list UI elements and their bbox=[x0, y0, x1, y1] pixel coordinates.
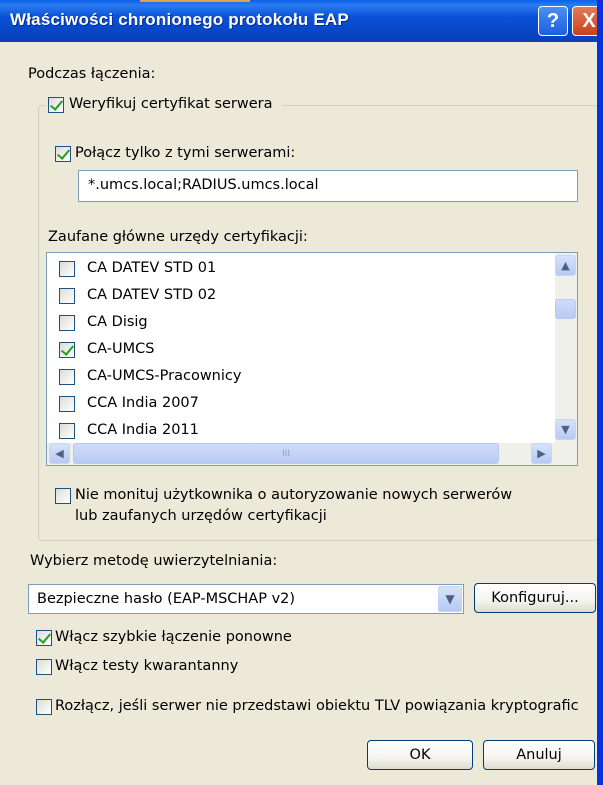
chevron-down-icon: ▼ bbox=[445, 592, 455, 606]
scroll-down-button[interactable]: ▼ bbox=[555, 419, 576, 440]
no-prompt-checkbox[interactable] bbox=[55, 488, 71, 504]
dialog-window: Właściwości chronionego protokołu EAP ? … bbox=[0, 0, 603, 785]
ca-list-item[interactable]: CA-UMCS bbox=[47, 336, 547, 362]
ca-checkbox[interactable] bbox=[59, 423, 75, 439]
window-title: Właściwości chronionego protokołu EAP bbox=[10, 10, 349, 29]
ca-list-item[interactable]: CA Disig bbox=[47, 309, 547, 335]
title-bar[interactable]: Właściwości chronionego protokołu EAP ? … bbox=[0, 0, 603, 42]
ca-list-item[interactable]: CCA India 2011 bbox=[47, 417, 547, 443]
trusted-ca-label: Zaufane główne urzędy certyfikacji: bbox=[48, 229, 308, 245]
ca-label: CA Disig bbox=[87, 314, 148, 330]
auth-method-value: Bezpieczne hasło (EAP-MSCHAP v2) bbox=[37, 591, 296, 607]
chevron-up-icon: ▲ bbox=[561, 259, 570, 272]
cancel-button-label: Anuluj bbox=[516, 747, 562, 763]
auth-method-select[interactable]: Bezpieczne hasło (EAP-MSCHAP v2) ▼ bbox=[28, 584, 464, 614]
configure-button-label: Konfiguruj... bbox=[491, 590, 579, 606]
ca-list-item[interactable]: CA DATEV STD 01 bbox=[47, 255, 547, 281]
cancel-button[interactable]: Anuluj bbox=[483, 740, 595, 770]
ca-label: CCA India 2007 bbox=[87, 395, 199, 411]
scroll-up-button[interactable]: ▲ bbox=[555, 255, 576, 276]
quarantine-checkbox[interactable] bbox=[36, 659, 52, 675]
ca-checkbox[interactable] bbox=[59, 369, 75, 385]
servers-input-value: *.umcs.local;RADIUS.umcs.local bbox=[88, 177, 319, 193]
scroll-right-button[interactable]: ▶ bbox=[531, 443, 552, 464]
dropdown-button[interactable]: ▼ bbox=[438, 586, 462, 612]
disconnect-checkbox[interactable] bbox=[36, 699, 52, 715]
titlebar-accent bbox=[140, 0, 250, 2]
ca-label: CA-UMCS-Pracownicy bbox=[87, 368, 242, 384]
ca-list-item[interactable]: CA-UMCS-Pracownicy bbox=[47, 363, 547, 389]
ok-button-label: OK bbox=[409, 747, 431, 763]
ca-label: CCA India 2011 bbox=[87, 422, 199, 438]
fast-reconnect-checkbox[interactable] bbox=[36, 630, 52, 646]
horizontal-scroll-thumb[interactable]: III bbox=[73, 443, 499, 464]
horizontal-scrollbar[interactable]: ◀ III ▶ bbox=[47, 443, 577, 465]
scroll-grip-icon: III bbox=[282, 448, 290, 459]
ca-list-item[interactable]: CA DATEV STD 02 bbox=[47, 282, 547, 308]
close-icon: X bbox=[582, 9, 596, 32]
help-button[interactable]: ? bbox=[538, 6, 568, 36]
quarantine-label: Włącz testy kwarantanny bbox=[55, 658, 239, 674]
chevron-right-icon: ▶ bbox=[537, 447, 546, 460]
ok-button[interactable]: OK bbox=[367, 740, 473, 770]
vertical-scroll-thumb[interactable] bbox=[555, 299, 576, 319]
chevron-down-icon: ▼ bbox=[561, 423, 570, 436]
ca-list-item[interactable]: CCA India 2007 bbox=[47, 390, 547, 416]
configure-button[interactable]: Konfiguruj... bbox=[474, 583, 596, 613]
ca-label: CA-UMCS bbox=[87, 341, 155, 357]
no-prompt-label-line2: lub zaufanych urzędów certyfikacji bbox=[75, 508, 327, 524]
disconnect-label: Rozłącz, jeśli serwer nie przedstawi obi… bbox=[55, 698, 579, 714]
verify-cert-checkbox[interactable] bbox=[48, 97, 64, 113]
ca-checkbox[interactable] bbox=[59, 288, 75, 304]
ca-label: CA DATEV STD 02 bbox=[87, 287, 217, 303]
fast-reconnect-label: Włącz szybkie łączenie ponowne bbox=[55, 629, 292, 645]
window-right-border bbox=[597, 0, 603, 785]
connect-label: Podczas łączenia: bbox=[28, 66, 156, 82]
auth-method-label: Wybierz metodę uwierzytelniania: bbox=[30, 553, 278, 569]
chevron-left-icon: ◀ bbox=[55, 447, 64, 460]
ca-checkbox[interactable] bbox=[59, 315, 75, 331]
connect-only-label: Połącz tylko z tymi serwerami: bbox=[75, 145, 296, 161]
servers-input[interactable]: *.umcs.local;RADIUS.umcs.local bbox=[78, 170, 578, 202]
ca-checkbox[interactable] bbox=[59, 396, 75, 412]
connect-only-checkbox[interactable] bbox=[55, 146, 71, 162]
no-prompt-label-line1: Nie monituj użytkownika o autoryzowanie … bbox=[75, 487, 513, 503]
ca-label: CA DATEV STD 01 bbox=[87, 260, 217, 276]
ca-checkbox[interactable] bbox=[59, 261, 75, 277]
verify-cert-label: Weryfikuj certyfikat serwera bbox=[69, 96, 273, 112]
vertical-scrollbar[interactable]: ▲ ▼ bbox=[555, 253, 577, 443]
help-icon: ? bbox=[546, 9, 560, 32]
scroll-left-button[interactable]: ◀ bbox=[49, 443, 70, 464]
trusted-ca-list[interactable]: CA DATEV STD 01 CA DATEV STD 02 CA Disig CA… bbox=[46, 252, 578, 466]
ca-checkbox[interactable] bbox=[59, 342, 75, 358]
